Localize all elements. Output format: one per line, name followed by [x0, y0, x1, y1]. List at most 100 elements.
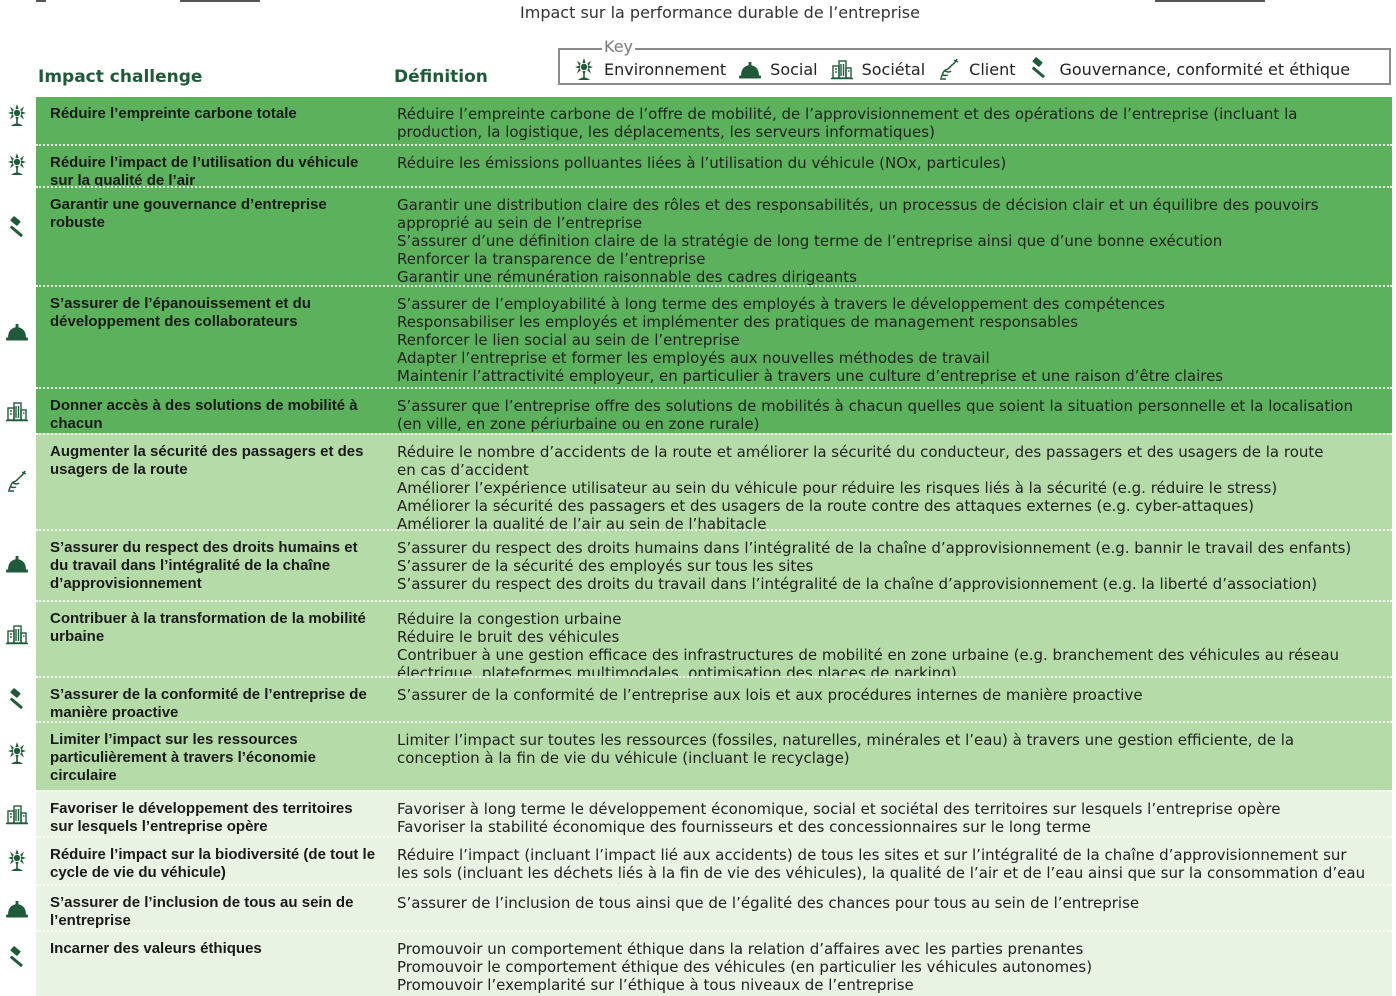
definition-line: Favoriser la stabilité économique des fo…	[397, 818, 1091, 836]
column-header-impact: Impact challenge	[38, 67, 203, 87]
impact-challenge: Réduire l’empreinte carbone totale	[50, 105, 297, 122]
social-icon	[5, 319, 29, 343]
impact-challenge: Favoriser le développement des territoir…	[50, 800, 353, 835]
definition-line: Réduire le nombre d’accidents de la rout…	[397, 443, 1324, 461]
table-row: Garantir une gouvernance d’entreprise ro…	[36, 186, 1392, 286]
definition-line: Promouvoir l’exemplarité sur l’éthique à…	[397, 976, 914, 994]
table-row: Donner accès à des solutions de mobilité…	[36, 387, 1392, 433]
table-row: Incarner des valeurs éthiques Promouvoir …	[36, 930, 1392, 996]
top-rule-mid	[180, 0, 260, 2]
definition-line: S’assurer du respect des droits humains …	[397, 539, 1352, 557]
definition-line: Réduire les émissions polluantes liées à…	[397, 154, 1007, 172]
societal-icon	[828, 57, 856, 81]
environment-icon	[5, 741, 29, 765]
definition-cell: S’assurer de la conformité de l’entrepri…	[397, 686, 1387, 704]
definition-line: Responsabiliser les employés et implémen…	[397, 313, 1079, 331]
definition-line: Garantir une rémunération raisonnable de…	[397, 268, 857, 286]
legend-title: Key	[602, 37, 636, 56]
definition-cell: S’assurer de l’employabilité à long term…	[397, 295, 1387, 385]
table-row: S’assurer de l’épanouissement et du déve…	[36, 285, 1392, 387]
governance-icon	[5, 216, 29, 240]
legend-items: Environnement Social Sociétal Client Gouvern…	[570, 57, 1350, 81]
impact-challenge: Incarner des valeurs éthiques	[50, 940, 262, 957]
definition-line: Réduire l’empreinte carbone de l’offre d…	[397, 105, 1298, 123]
table-row: Réduire l’impact de l’utilisation du véh…	[36, 144, 1392, 189]
table-row: S’assurer du respect des droits humains …	[36, 529, 1392, 600]
definition-line: (en ville, en zone périurbaine ou en zon…	[397, 415, 760, 433]
definition-line: S’assurer de la conformité de l’entrepri…	[397, 686, 1143, 704]
definition-line: Contribuer à une gestion efficace des in…	[397, 646, 1340, 664]
social-icon	[5, 551, 29, 575]
definition-line: Maintenir l’attractivité employeur, en p…	[397, 367, 1224, 385]
impact-challenge: S’assurer de la conformité de l’entrepri…	[50, 686, 367, 721]
definition-line: Améliorer la sécurité des passagers et d…	[397, 497, 1254, 515]
table-row: Réduire l’impact sur la biodiversité (de…	[36, 836, 1392, 900]
definition-line: S’assurer du respect des droits du trava…	[397, 575, 1318, 593]
impact-challenge: Réduire l’impact de l’utilisation du véh…	[50, 154, 359, 189]
governance-icon	[5, 688, 29, 712]
table-row: Favoriser le développement des territoir…	[36, 790, 1392, 836]
legend-item-societal: Sociétal	[828, 57, 926, 81]
social-icon	[5, 896, 29, 920]
legend-label: Gouvernance, conformité et éthique	[1059, 59, 1351, 79]
definition-line: S’assurer de la sécurité des employés su…	[397, 557, 814, 575]
client-icon	[935, 57, 963, 81]
definition-line: Promouvoir le comportement éthique des v…	[397, 958, 1093, 976]
definition-cell: Réduire le nombre d’accidents de la rout…	[397, 443, 1387, 533]
table-row: S’assurer de l’inclusion de tous au sein…	[36, 884, 1392, 930]
environment-icon	[5, 848, 29, 872]
definition-line: S’assurer de l’employabilité à long term…	[397, 295, 1165, 313]
client-icon	[5, 469, 29, 493]
definition-line: approprié au sein de l’entreprise	[397, 214, 643, 232]
definition-line: S’assurer d’une définition claire de la …	[397, 232, 1223, 250]
definition-line: Réduire le bruit des véhicules	[397, 628, 620, 646]
impact-challenge: S’assurer de l’épanouissement et du déve…	[50, 295, 311, 330]
environment-icon	[5, 103, 29, 127]
legend-key: Key Environnement Social Sociétal Client Gou…	[558, 38, 1391, 85]
legend-label: Sociétal	[861, 59, 926, 79]
definition-line: Garantir une distribution claire des rôl…	[397, 196, 1319, 214]
legend-item-governance: Gouvernance, conformité et éthique	[1025, 57, 1350, 81]
definition-line: en cas d’accident	[397, 461, 529, 479]
definition-line: Réduire l’impact (incluant l’impact lié …	[397, 846, 1347, 864]
impact-challenge: Donner accès à des solutions de mobilité…	[50, 397, 358, 432]
legend-label: Social	[770, 59, 818, 79]
impact-challenge: Réduire l’impact sur la biodiversité (de…	[50, 846, 376, 881]
definition-cell: S’assurer que l’entreprise offre des sol…	[397, 397, 1387, 433]
definition-line: Renforcer la transparence de l’entrepris…	[397, 250, 706, 268]
definition-line: production, la logistique, les déplaceme…	[397, 123, 935, 141]
definition-cell: Réduire les émissions polluantes liées à…	[397, 154, 1387, 172]
top-rule-left	[36, 0, 46, 2]
impact-challenge: S’assurer du respect des droits humains …	[50, 539, 358, 592]
legend-label: Client	[969, 59, 1016, 79]
environment-icon	[5, 152, 29, 176]
definition-line: S’assurer que l’entreprise offre des sol…	[397, 397, 1354, 415]
definition-cell: Réduire la congestion urbaine Réduire le …	[397, 610, 1387, 682]
societal-icon	[5, 802, 29, 826]
definition-line: S’assurer de l’inclusion de tous ainsi q…	[397, 894, 1140, 912]
impact-challenge: S’assurer de l’inclusion de tous au sein…	[50, 894, 354, 929]
definition-cell: Limiter l’impact sur toutes les ressourc…	[397, 731, 1387, 767]
legend-item-environment: Environnement	[570, 57, 726, 81]
definition-line: Adapter l’entreprise et former les emplo…	[397, 349, 990, 367]
impact-challenge: Contribuer à la transformation de la mob…	[50, 610, 366, 645]
impact-challenge: Augmenter la sécurité des passagers et d…	[50, 443, 364, 478]
table-row: Limiter l’impact sur les ressources part…	[36, 721, 1392, 790]
definition-cell: Réduire l’empreinte carbone de l’offre d…	[397, 105, 1387, 141]
impact-challenge: Garantir une gouvernance d’entreprise ro…	[50, 196, 327, 231]
definition-line: Favoriser à long terme le développement …	[397, 800, 1281, 818]
societal-icon	[5, 622, 29, 646]
legend-label: Environnement	[604, 59, 727, 79]
environment-icon	[570, 57, 598, 81]
definition-line: Promouvoir un comportement éthique dans …	[397, 940, 1084, 958]
page-title: Impact sur la performance durable de l’e…	[520, 3, 920, 22]
legend-item-client: Client	[935, 57, 1015, 81]
table-row: Augmenter la sécurité des passagers et d…	[36, 433, 1392, 533]
definition-line: Réduire la congestion urbaine	[397, 610, 622, 628]
definition-line: Améliorer l’expérience utilisateur au se…	[397, 479, 1278, 497]
definition-cell: Favoriser à long terme le développement …	[397, 800, 1387, 836]
impact-table: Réduire l’empreinte carbone totale Réduir…	[36, 97, 1392, 996]
definition-line: les sols (incluant les déchets liés à la…	[397, 864, 1366, 882]
governance-icon	[5, 946, 29, 970]
legend-item-social: Social	[736, 57, 818, 81]
